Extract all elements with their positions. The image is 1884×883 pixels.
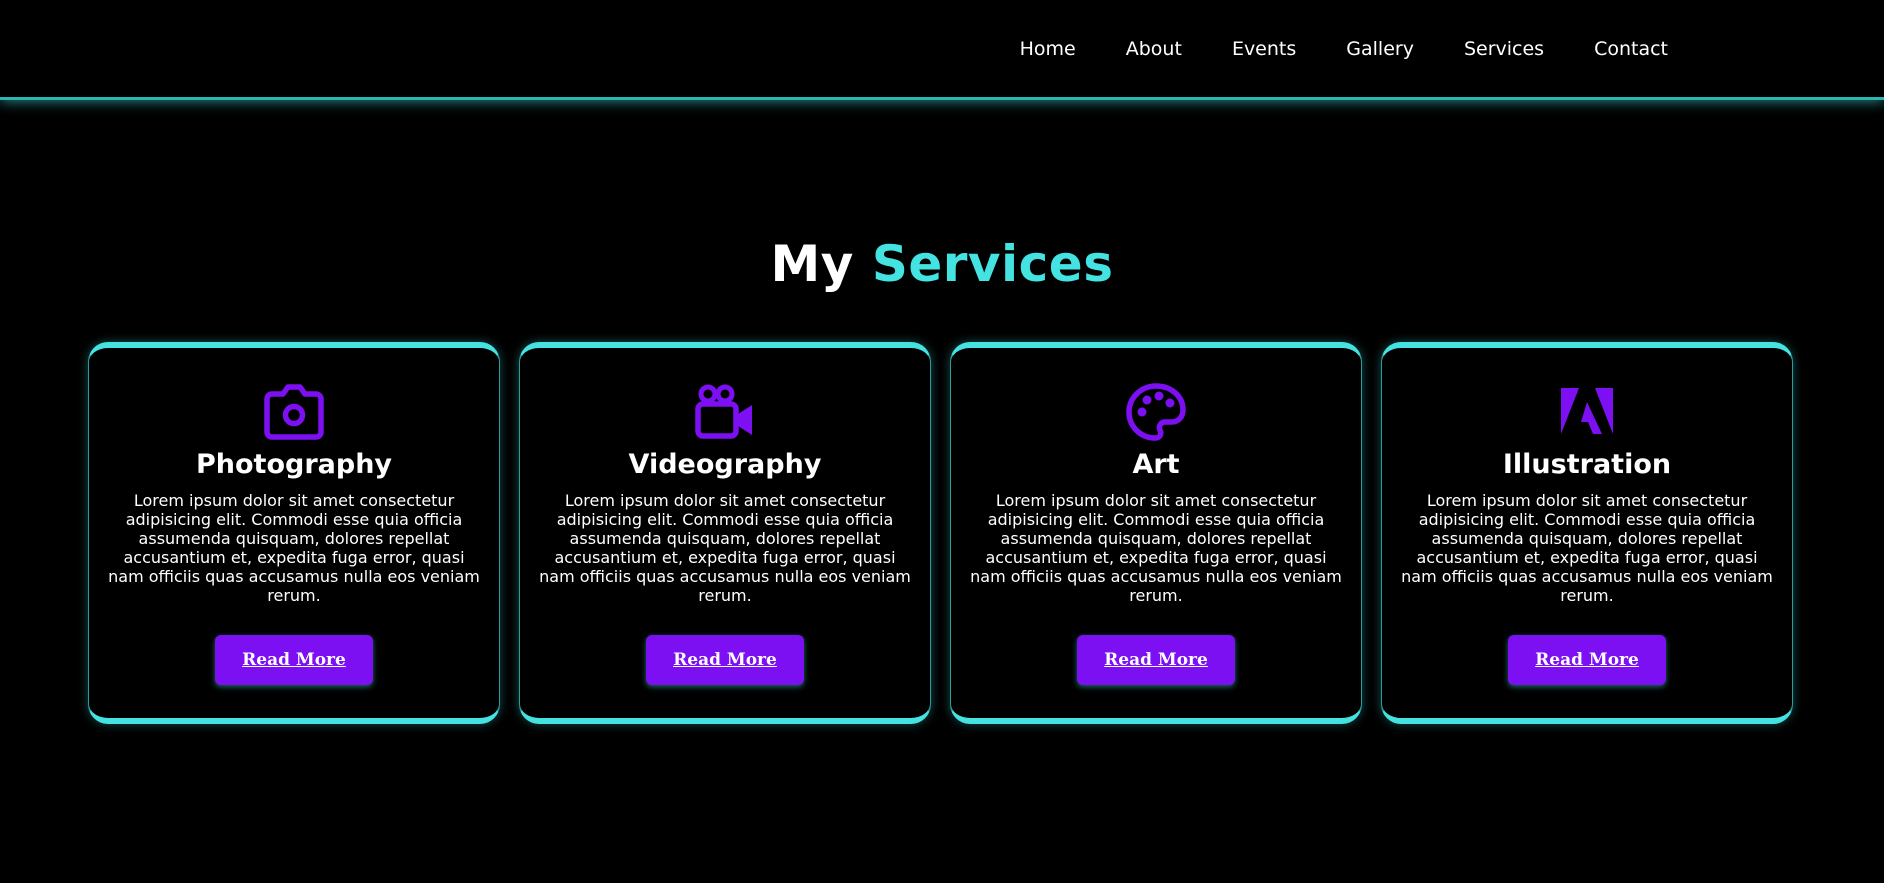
palette-icon [1125,383,1187,441]
service-card-illustration: Illustration Lorem ipsum dolor sit amet … [1381,342,1793,724]
nav-link-events[interactable]: Events [1232,38,1296,60]
section-title-accent: Services [871,235,1114,293]
nav-links: Home About Events Gallery Services Conta… [970,38,1668,60]
service-card-art: Art Lorem ipsum dolor sit amet consectet… [950,342,1362,724]
card-description: Lorem ipsum dolor sit amet consectetur a… [1401,491,1773,605]
adobe-icon [1556,384,1618,440]
nav-item-contact: Contact [1594,38,1668,60]
nav-link-gallery[interactable]: Gallery [1346,38,1414,60]
camera-icon [263,384,325,440]
nav-link-about[interactable]: About [1126,38,1182,60]
read-more-button[interactable]: Read More [1077,635,1235,685]
video-camera-icon [694,384,756,440]
section-title: My Services [0,235,1884,293]
nav-item-home: Home [1020,38,1076,60]
card-title: Art [1132,449,1180,480]
card-description: Lorem ipsum dolor sit amet consectetur a… [970,491,1342,605]
nav-link-services[interactable]: Services [1464,38,1544,60]
service-card-videography: Videography Lorem ipsum dolor sit amet c… [519,342,931,724]
read-more-button[interactable]: Read More [646,635,804,685]
card-title: Videography [628,449,822,480]
read-more-button[interactable]: Read More [1508,635,1666,685]
navbar: Home About Events Gallery Services Conta… [0,0,1884,100]
section-title-prefix: My [770,235,854,293]
services-cards: Photography Lorem ipsum dolor sit amet c… [88,342,1793,724]
read-more-button[interactable]: Read More [215,635,373,685]
nav-link-contact[interactable]: Contact [1594,38,1668,60]
card-title: Photography [195,449,393,480]
card-description: Lorem ipsum dolor sit amet consectetur a… [539,491,911,605]
service-card-photography: Photography Lorem ipsum dolor sit amet c… [88,342,500,724]
nav-link-home[interactable]: Home [1020,38,1076,60]
card-description: Lorem ipsum dolor sit amet consectetur a… [108,491,480,605]
nav-item-about: About [1126,38,1182,60]
card-title: Illustration [1502,449,1672,480]
nav-item-services: Services [1464,38,1544,60]
nav-item-gallery: Gallery [1346,38,1414,60]
nav-item-events: Events [1232,38,1296,60]
